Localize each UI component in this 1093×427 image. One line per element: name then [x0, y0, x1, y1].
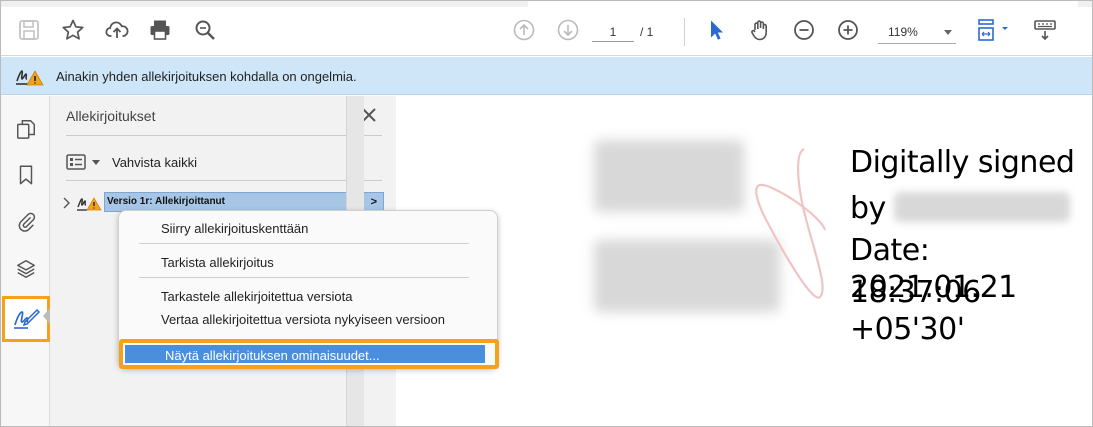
- options-list-icon: [66, 154, 86, 170]
- toolbar-tab-strip: [528, 0, 1078, 7]
- bookmark-icon[interactable]: [13, 162, 39, 188]
- upload-cloud-icon[interactable]: [104, 17, 130, 43]
- signature-version-text: Versio 1r: Allekirjoittanut: [107, 196, 225, 207]
- print-icon[interactable]: [147, 17, 173, 43]
- menu-item-signature-properties[interactable]: Näytä allekirjoituksen ominaisuudet...: [125, 345, 485, 363]
- blurred-signer-inline: [894, 192, 1070, 222]
- page-fit-icon[interactable]: [976, 17, 1012, 43]
- menu-separator: [139, 243, 469, 244]
- toolbar-divider: [684, 18, 685, 46]
- pages-thumbnails-icon[interactable]: [13, 116, 39, 142]
- page-total: / 1: [640, 25, 654, 39]
- zoom-out-icon[interactable]: [791, 17, 817, 43]
- next-page-icon[interactable]: [555, 17, 581, 43]
- chevron-down-icon: [92, 159, 100, 165]
- signature-warning-banner: Ainakin yhden allekirjoituksen kohdalla …: [0, 57, 1093, 95]
- navigation-rail: [0, 96, 50, 427]
- attachment-icon[interactable]: [13, 208, 39, 234]
- menu-item-view-signed-version[interactable]: Tarkastele allekirjoitettua versiota: [161, 289, 352, 304]
- signature-pen-icon: [14, 308, 41, 329]
- star-icon[interactable]: [60, 17, 86, 43]
- signature-warning-icon: [14, 65, 44, 87]
- menu-item-signature-properties-highlight[interactable]: Näytä allekirjoituksen ominaisuudet...: [119, 339, 499, 369]
- main-toolbar: 1 / 1 119%: [0, 0, 1093, 56]
- chevron-down-icon: [944, 30, 952, 35]
- blurred-signer-name: [594, 140, 744, 212]
- validate-all-menu[interactable]: Vahvista kaikki: [66, 150, 197, 174]
- panel-collapse-arrow[interactable]: [43, 308, 50, 324]
- search-zoom-icon[interactable]: [192, 17, 218, 43]
- zoom-level-value: 119%: [888, 25, 918, 39]
- hand-tool-icon[interactable]: [747, 17, 773, 43]
- menu-item-compare-versions[interactable]: Vertaa allekirjoitettua versiota nykyise…: [161, 312, 445, 327]
- previous-page-icon[interactable]: [511, 17, 537, 43]
- menu-item-signature-properties-label: Näytä allekirjoituksen ominaisuudet...: [165, 348, 380, 363]
- document-view: Digitally signed by Date: 2021.01.21 18:…: [414, 96, 1093, 427]
- menu-item-validate-signature[interactable]: Tarkista allekirjoitus: [161, 255, 274, 270]
- signature-line-2: by: [850, 191, 886, 226]
- signature-warning-icon: [77, 197, 102, 211]
- page-number-input[interactable]: 1: [592, 22, 634, 42]
- validate-all-label: Vahvista kaikki: [112, 154, 198, 170]
- expand-arrow: >: [370, 196, 377, 208]
- panel-divider: [66, 135, 382, 136]
- signature-context-menu: Siirry allekirjoituskenttään Tarkista al…: [118, 210, 499, 369]
- chevron-right-icon[interactable]: [62, 197, 72, 209]
- signature-line-4: 18:37:06 +05'30': [850, 275, 981, 347]
- menu-separator: [139, 277, 469, 278]
- layers-icon[interactable]: [13, 256, 39, 282]
- signature-line-1: Digitally signed: [850, 145, 1075, 180]
- panel-title: Allekirjoitukset: [66, 108, 156, 124]
- signature-version-label[interactable]: Versio 1r: Allekirjoittanut >: [104, 192, 384, 212]
- select-cursor-icon[interactable]: [704, 17, 730, 43]
- zoom-in-icon[interactable]: [835, 17, 861, 43]
- scroll-mode-icon[interactable]: [1032, 17, 1058, 43]
- zoom-level-select[interactable]: 119%: [878, 20, 956, 44]
- panel-divider: [66, 180, 382, 181]
- banner-message: Ainakin yhden allekirjoituksen kohdalla …: [56, 69, 357, 84]
- save-icon[interactable]: [16, 17, 42, 43]
- acrobat-watermark-icon: [755, 148, 827, 299]
- menu-item-go-to-field[interactable]: Siirry allekirjoituskenttään: [161, 221, 308, 236]
